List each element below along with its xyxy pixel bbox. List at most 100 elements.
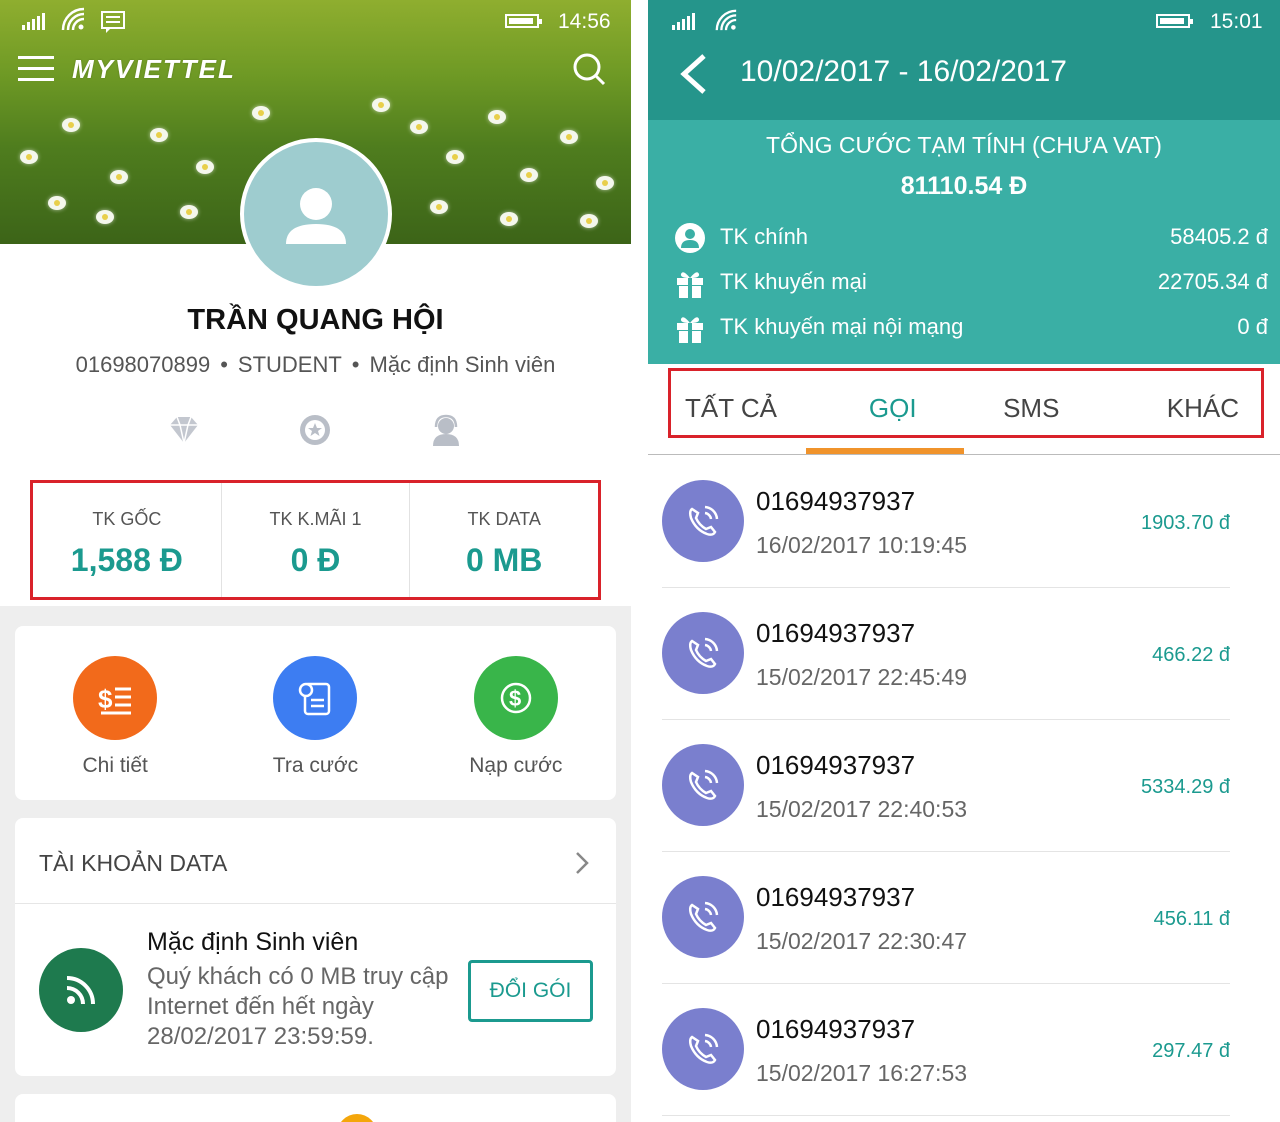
card-icon: [337, 1114, 377, 1122]
wifi-status-icon: [61, 7, 85, 31]
account-row-main: TK chính 58405.2 đ: [674, 220, 1268, 256]
balance-main[interactable]: TK GỐC 1,588 Đ: [33, 483, 221, 597]
call-list: 01694937937 16/02/2017 10:19:45 1903.70 …: [648, 456, 1280, 1116]
user-name: TRẦN QUANG HỘI: [187, 304, 444, 336]
phone-call-icon: [662, 1008, 744, 1090]
next-card: [15, 1094, 616, 1122]
battery-icon: [1156, 14, 1193, 28]
call-number: 01694937937: [756, 882, 916, 912]
charges-summary: TỔNG CƯỚC TẠM TÍNH (CHƯA VAT) 81110.54 Đ…: [648, 120, 1280, 364]
quick-actions: $ Chi tiết Tra cước $ Nạp cước: [15, 626, 616, 800]
status-bar: 14:56: [0, 0, 631, 44]
tab-all[interactable]: TẤT CẢ: [671, 371, 824, 435]
account-value: 58405.2 đ: [1170, 224, 1268, 249]
status-time: 15:01: [1210, 10, 1263, 33]
action-label: Nạp cước: [469, 754, 563, 777]
action-topup[interactable]: $ Nạp cước: [416, 626, 616, 800]
balance-value: 0 MB: [465, 542, 543, 578]
subscriber-info: 01698070899 • STUDENT • Mặc định Sinh viên: [75, 352, 556, 377]
plan-name: Mặc định Sinh viên: [369, 352, 556, 377]
account-label: TK khuyến mại nội mạng: [720, 314, 964, 339]
balance-value: 1,588 Đ: [70, 542, 183, 578]
user-silhouette-icon: [286, 188, 346, 244]
message-icon: [101, 11, 125, 33]
tab-sms[interactable]: SMS: [962, 371, 1101, 435]
data-account-card: TÀI KHOẢN DATA Mặc định Sinh viên Quý kh…: [15, 818, 616, 1076]
summary-title: TỔNG CƯỚC TẠM TÍNH (CHƯA VAT): [766, 132, 1162, 158]
call-amount: 5334.29 đ: [1141, 776, 1230, 798]
action-label: Chi tiết: [82, 754, 148, 777]
avatar[interactable]: [240, 138, 392, 290]
call-number: 01694937937: [756, 486, 916, 516]
balance-data[interactable]: TK DATA 0 MB: [409, 483, 598, 597]
list-item[interactable]: 01694937937 15/02/2017 22:45:49 466.22 đ: [662, 588, 1230, 720]
phone-call-icon: [662, 612, 744, 694]
call-amount: 1903.70 đ: [1141, 512, 1230, 534]
call-number: 01694937937: [756, 618, 916, 648]
package-name: Mặc định Sinh viên: [147, 928, 359, 956]
user-circle-icon: [675, 223, 705, 253]
dollar-coin-icon: $: [473, 656, 558, 740]
search-icon[interactable]: [572, 52, 606, 86]
balance-summary: TK GỐC 1,588 Đ TK K.MÃI 1 0 Đ TK DATA 0 …: [30, 480, 601, 600]
profile-section: TRẦN QUANG HỘI 01698070899 • STUDENT • Mặc đ…: [0, 244, 631, 606]
action-detail[interactable]: $ Chi tiết: [15, 626, 215, 800]
account-row-onnet-promo: TK khuyến mại nội mạng 0 đ: [674, 310, 1268, 346]
signal-icon: [672, 12, 695, 30]
list-item[interactable]: 01694937937 16/02/2017 10:19:45 1903.70 …: [662, 456, 1230, 588]
account-row-promo: TK khuyến mại 22705.34 đ: [674, 265, 1268, 301]
chevron-right-icon: [576, 852, 589, 874]
battery-icon: [505, 14, 542, 28]
rss-wifi-icon: [39, 948, 123, 1032]
account-label: TK khuyến mại: [720, 269, 867, 294]
svg-text:$: $: [98, 684, 113, 714]
star-badge-icon[interactable]: [297, 412, 333, 448]
svg-text:$: $: [509, 686, 521, 711]
gift-icon: [677, 317, 703, 343]
balance-label: TK GỐC: [92, 509, 162, 529]
date-range[interactable]: 10/02/2017 - 16/02/2017: [740, 55, 1067, 89]
phone-call-icon: [662, 876, 744, 958]
call-amount: 466.22 đ: [1152, 644, 1230, 666]
call-time: 16/02/2017 10:19:45: [756, 532, 968, 558]
package-description: Quý khách có 0 MB truy cập Internet đến …: [147, 963, 449, 1050]
back-arrow-icon[interactable]: [676, 52, 712, 96]
action-lookup[interactable]: Tra cước: [215, 626, 415, 800]
list-item[interactable]: 01694937937 15/02/2017 22:30:47 456.11 đ: [662, 852, 1230, 984]
data-account-title: TÀI KHOẢN DATA: [39, 850, 228, 876]
call-time: 15/02/2017 22:45:49: [756, 664, 968, 690]
call-amount: 456.11 đ: [1153, 908, 1230, 930]
status-time: 14:56: [558, 10, 611, 33]
wifi-status-icon: [715, 9, 737, 31]
app-logo: MYVIETTEL: [72, 54, 236, 84]
call-number: 01694937937: [756, 750, 916, 780]
account-label: TK chính: [720, 224, 809, 249]
phone-call-icon: [662, 744, 744, 826]
balance-label: TK K.MÃI 1: [269, 509, 362, 529]
balance-value: 0 Đ: [290, 542, 341, 578]
app-header: 15:01 10/02/2017 - 16/02/2017: [648, 0, 1280, 120]
detail-list-icon: $: [73, 656, 158, 740]
plan-type: STUDENT: [237, 352, 342, 377]
right-screen: 15:01 10/02/2017 - 16/02/2017 TỔNG CƯỚC …: [648, 0, 1280, 1122]
balance-promo[interactable]: TK K.MÃI 1 0 Đ: [220, 483, 410, 597]
call-time: 15/02/2017 16:27:53: [756, 1060, 968, 1086]
list-item[interactable]: 01694937937 15/02/2017 22:40:53 5334.29 …: [662, 720, 1230, 852]
tab-other[interactable]: KHÁC: [1101, 371, 1262, 435]
usage-tabs: TẤT CẢ GỌI SMS KHÁC: [668, 368, 1264, 438]
call-time: 15/02/2017 22:30:47: [756, 928, 968, 954]
tab-calls[interactable]: GỌI: [824, 371, 963, 435]
list-item[interactable]: 01694937937 15/02/2017 16:27:53 297.47 đ: [662, 984, 1230, 1116]
left-screen: 14:56 MYVIETTEL TRẦN QUANG HỘI 016980708…: [0, 0, 631, 1122]
call-amount: 297.47 đ: [1152, 1040, 1230, 1062]
action-label: Tra cước: [272, 754, 359, 777]
balance-label: TK DATA: [467, 509, 541, 529]
change-package-button[interactable]: ĐỔI GÓI: [468, 960, 593, 1022]
phone-number: 01698070899: [75, 352, 211, 377]
hamburger-menu-icon[interactable]: [18, 56, 54, 82]
support-agent-icon[interactable]: [428, 412, 464, 448]
data-account-header[interactable]: TÀI KHOẢN DATA: [15, 818, 616, 904]
account-value: 0 đ: [1237, 314, 1268, 339]
diamond-icon[interactable]: [166, 412, 202, 448]
gift-icon: [677, 272, 703, 298]
